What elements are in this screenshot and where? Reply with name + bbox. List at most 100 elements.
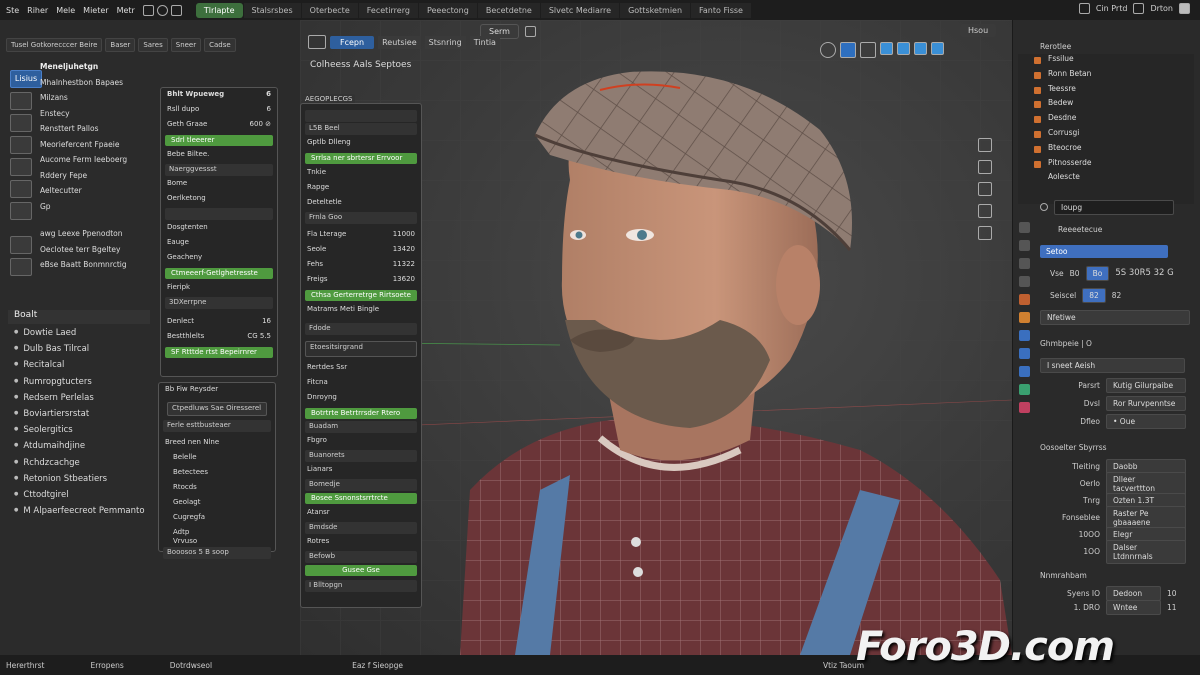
node-green-field[interactable]: Gusee Gse	[305, 565, 417, 576]
tab-workspace[interactable]: Slvetc Mediarre	[540, 2, 620, 18]
object-icon[interactable]	[1019, 312, 1030, 323]
list-item[interactable]: Cttodtgirel	[14, 490, 154, 506]
list-item[interactable]: Boviartiersrstat	[14, 409, 154, 425]
output-icon[interactable]	[1019, 258, 1030, 269]
knife-icon[interactable]	[10, 236, 32, 254]
node-list-item[interactable]: Adtp	[159, 526, 275, 536]
node-list-item[interactable]: Vrvuso	[159, 535, 275, 545]
world-icon[interactable]	[1019, 294, 1030, 305]
tab-workspace[interactable]: Tlrlapte	[195, 2, 243, 18]
tab-workspace[interactable]: Becetdetne	[477, 2, 540, 18]
tool-icon[interactable]	[1019, 222, 1030, 233]
scene-label[interactable]: Cin Prtd	[1096, 4, 1128, 13]
tool-button[interactable]: Sares	[138, 38, 168, 52]
node-row[interactable]: Denlect 16	[161, 315, 277, 330]
screen-icon[interactable]	[978, 226, 992, 240]
constraint-icon[interactable]	[1019, 366, 1030, 377]
prop-field[interactable]: Raster Pe gbaaaene	[1106, 505, 1186, 530]
prop-field[interactable]: Ror Rurvpenntse	[1106, 395, 1186, 411]
book-icon[interactable]	[10, 202, 32, 220]
node-row[interactable]: Geth Graae 600 ⊘	[161, 118, 277, 133]
tab-workspace[interactable]: Fecetirrerg	[358, 2, 418, 18]
prop-field[interactable]: Dlleer tacverttton	[1106, 471, 1186, 496]
tab-workspace[interactable]: Stalsrsbes	[243, 2, 301, 18]
outliner-item[interactable]: Fssilue	[1018, 54, 1194, 69]
node-row[interactable]: Rotres	[301, 535, 421, 550]
node-row[interactable]: Seole 13420	[301, 243, 421, 258]
list-item[interactable]: Aucome Ferm Ieeboerg	[40, 155, 180, 171]
status-item[interactable]: Eaz f Sieopge	[352, 661, 403, 670]
node-row[interactable]: Dnroyng	[301, 391, 421, 406]
node-row[interactable]: Gptlb Dlleng	[301, 136, 421, 151]
node-row[interactable]: Fitcna	[301, 376, 421, 391]
node-list-item[interactable]: Belelle	[159, 451, 275, 466]
node-row[interactable]: Tnkie	[301, 166, 421, 181]
viewport-search[interactable]: Hsou	[960, 24, 997, 37]
menu-item[interactable]: Metr	[117, 6, 135, 15]
prop-toggle[interactable]: Bo	[1085, 265, 1110, 281]
name-field[interactable]: Ioupg	[1054, 199, 1174, 215]
list-item[interactable]: awg Leexe Ppenodton	[40, 229, 180, 245]
outliner-item[interactable]: Aolescte	[1018, 172, 1194, 187]
frame-icon[interactable]	[10, 136, 32, 154]
node-row[interactable]: Eauge	[161, 236, 277, 251]
node-input[interactable]: Ferle esttbusteaer	[163, 420, 271, 432]
circle-icon[interactable]	[156, 4, 168, 16]
node-row[interactable]: Deteltetle	[301, 196, 421, 211]
scene-icon[interactable]	[1078, 3, 1090, 14]
home-icon[interactable]	[978, 138, 992, 152]
node-list-item[interactable]: Cugregfa	[159, 511, 275, 526]
view-icon[interactable]	[308, 35, 326, 49]
list-item[interactable]: Mhalnhestbon Bapaes	[40, 78, 180, 94]
list-item[interactable]: Recitalcal	[14, 360, 154, 376]
node-slot[interactable]: L5B Beel	[305, 123, 417, 135]
prop-field[interactable]: I sneet Aeish	[1040, 357, 1185, 373]
layer-icon[interactable]	[1133, 3, 1145, 14]
prop-field[interactable]: Nfetiwe	[1040, 309, 1190, 325]
display-icon[interactable]	[524, 26, 536, 37]
grid-icon[interactable]	[170, 4, 182, 16]
prop-field[interactable]: Kutig Gilurpaibe	[1106, 377, 1186, 393]
node-row[interactable]: Dosgtenten	[161, 221, 277, 236]
tab-workspace[interactable]: Peeectong	[418, 2, 477, 18]
node-panel-shader[interactable]: L5B Beel Gptlb Dlleng Srrlsa ner sbrters…	[300, 103, 422, 608]
prop-field[interactable]: Wntee	[1106, 599, 1161, 615]
node-slot[interactable]: Buanorets	[305, 450, 417, 462]
viewport-button-active[interactable]: Fcepn	[330, 35, 375, 49]
node-green-field[interactable]: Ctmeeerf-Getlghetresste	[165, 268, 273, 279]
node-row[interactable]: Fla Lterage 11000	[301, 228, 421, 243]
box-icon[interactable]	[10, 114, 32, 132]
modifier-icon[interactable]	[1019, 330, 1030, 341]
node-slot[interactable]	[305, 110, 417, 122]
node-row[interactable]: Bebe Biltee.	[161, 148, 277, 163]
user-icon[interactable]	[1179, 3, 1190, 14]
prop-field[interactable]: • Oue	[1106, 413, 1186, 429]
tool-select[interactable]: Tusel Gotkorecccer Beire	[6, 38, 103, 52]
node-list-item[interactable]: Betectees	[159, 466, 275, 481]
menu-item[interactable]: Ste	[6, 6, 19, 15]
node-green-field[interactable]: Bosee Ssnonstsrrtrcte	[305, 493, 417, 504]
node-row[interactable]: Freigs 13620	[301, 273, 421, 288]
scene-outliner[interactable]: Fssilue Ronn Betan Teessre Bedew Desdne …	[1018, 54, 1194, 204]
node-slot[interactable]: Fdode	[305, 323, 417, 335]
menu-item[interactable]: Mieter	[83, 6, 108, 15]
layer-label[interactable]: Drton	[1150, 4, 1173, 13]
node-list-item[interactable]: Rtocds	[159, 481, 275, 496]
node-slot[interactable]: Etoesitsirgrand	[305, 341, 417, 357]
list-item[interactable]: Milzans	[40, 93, 180, 109]
node-row[interactable]: Rsll dupo 6	[161, 103, 277, 118]
list-item[interactable]: Rddery Fepe	[40, 171, 180, 187]
status-item[interactable]: Erropens	[91, 661, 124, 670]
mode-badge[interactable]: Lisius	[10, 70, 42, 88]
node-panel-textures[interactable]: Bb Fiw Reysder Ctpedluws Sae Oiresserel …	[158, 382, 276, 559]
outliner-item[interactable]: Teessre	[1018, 84, 1194, 99]
hand-icon[interactable]	[860, 42, 876, 58]
list-item[interactable]: Atdumaihdjine	[14, 441, 154, 457]
node-green-field[interactable]: SF Rtttde rtst Bepeirnrer	[165, 347, 273, 358]
pin-icon[interactable]	[1040, 203, 1048, 211]
layers-icon[interactable]	[10, 180, 32, 198]
list-item[interactable]: Rchdzcachge	[14, 458, 154, 474]
panel-header[interactable]: Nnmrahbam	[1040, 564, 1192, 586]
print-icon[interactable]	[978, 204, 992, 218]
status-item[interactable]: Hererthrst	[6, 661, 45, 670]
